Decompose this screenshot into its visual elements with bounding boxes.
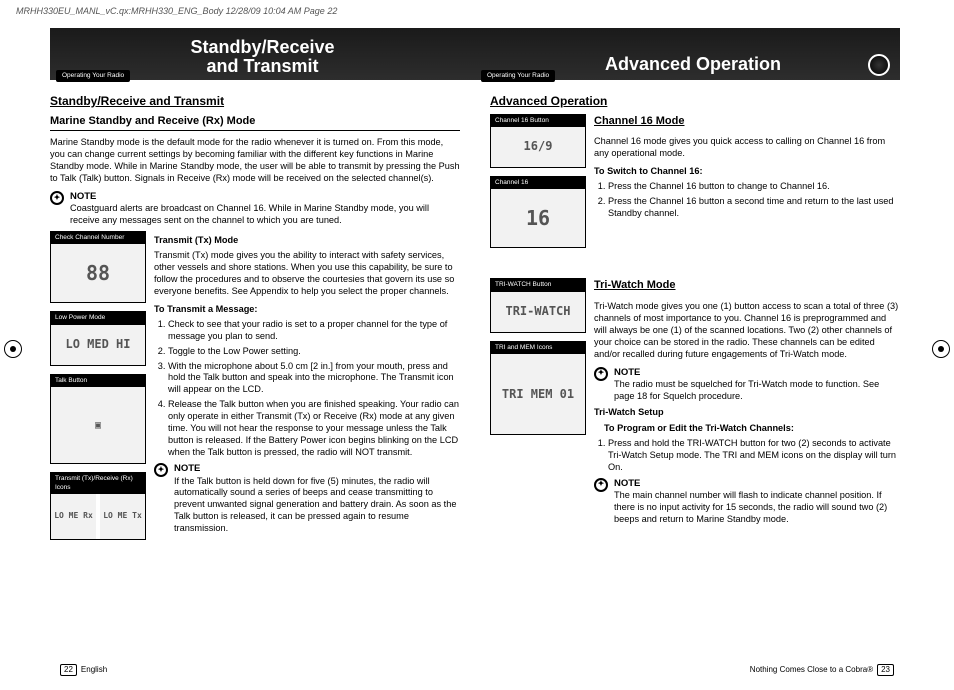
page-header: Operating Your Radio Standby/Receive and… (50, 28, 900, 80)
left-section-title: Standby/Receive and Transmit (50, 94, 460, 110)
section-tag-left: Operating Your Radio (56, 70, 130, 82)
note-triwatch-flash: ✦ NOTE The main channel number will flas… (594, 478, 900, 526)
tx-mode-title: Transmit (Tx) Mode (154, 235, 460, 247)
thumb-label: Transmit (Tx)/Receive (Rx) Icons (51, 473, 145, 494)
right-section-title: Advanced Operation (490, 94, 900, 110)
thumb-ch16-button: Channel 16 Button 16/9 (490, 114, 586, 168)
note-icon: ✦ (50, 191, 64, 205)
thumb-body-b: LO ME Tx (100, 494, 145, 539)
thumb-ch16-display: Channel 16 16 (490, 176, 586, 248)
list-item: Press the Channel 16 button to change to… (608, 181, 900, 193)
note-body-text: The radio must be squelched for Tri-Watc… (614, 379, 879, 401)
print-header: MRHH330EU_MANL_vC.qx:MRHH330_ENG_Body 12… (16, 6, 337, 18)
thumb-body: TRI MEM 01 (491, 354, 585, 434)
thumb-body: 16/9 (491, 127, 585, 167)
note-body-text: If the Talk button is held down for five… (174, 476, 456, 534)
thumb-label: TRI-WATCH Button (491, 279, 585, 291)
note-body-text: The main channel number will flash to in… (614, 490, 887, 524)
list-item: With the microphone about 5.0 cm [2 in.]… (168, 361, 460, 397)
note-icon: ✦ (594, 367, 608, 381)
thumb-low-power: Low Power Mode LO MED HI (50, 311, 146, 365)
thumb-tx-rx-icons: Transmit (Tx)/Receive (Rx) Icons LO ME R… (50, 472, 146, 540)
header-icon (868, 54, 890, 76)
ch16-title: Channel 16 Mode (594, 114, 900, 130)
left-subsection-title: Marine Standby and Receive (Rx) Mode (50, 114, 460, 131)
list-item: Press the Channel 16 button a second tim… (608, 196, 900, 220)
triwatch-setup-head: Tri-Watch Setup (594, 407, 900, 419)
registration-mark-icon (4, 340, 22, 358)
footer-tagline: Nothing Comes Close to a Cobra® (750, 665, 873, 675)
section-tag-right: Operating Your Radio (481, 70, 555, 82)
footer-right: Nothing Comes Close to a Cobra® 23 (750, 664, 894, 676)
note-label: NOTE (70, 191, 96, 202)
thumb-check-channel: Check Channel Number 88 (50, 231, 146, 303)
list-item: Release the Talk button when you are fin… (168, 399, 460, 459)
tx-mode-paragraph: Transmit (Tx) mode gives you the ability… (154, 250, 460, 298)
note-icon: ✦ (594, 478, 608, 492)
ch16-paragraph: Channel 16 mode gives you quick access t… (594, 136, 900, 160)
note-label: NOTE (174, 463, 200, 474)
list-item: Check to see that your radio is set to a… (168, 319, 460, 343)
header-title-left: Standby/Receive and Transmit (190, 38, 334, 80)
triwatch-steps-title: To Program or Edit the Tri-Watch Channel… (604, 423, 900, 435)
note-triwatch-squelch: ✦ NOTE The radio must be squelched for T… (594, 367, 900, 403)
note-label: NOTE (614, 367, 640, 378)
note-coastguard: ✦ NOTE Coastguard alerts are broadcast o… (50, 191, 460, 227)
thumb-body-a: LO ME Rx (51, 494, 96, 539)
thumb-label: Channel 16 (491, 177, 585, 189)
note-label: NOTE (614, 478, 640, 489)
thumb-label: Talk Button (51, 375, 145, 387)
list-item: Press and hold the TRI-WATCH button for … (608, 438, 900, 474)
thumb-tri-mem-icons: TRI and MEM Icons TRI MEM 01 (490, 341, 586, 435)
note-body-text: Coastguard alerts are broadcast on Chann… (70, 203, 429, 225)
thumb-body: LO MED HI (51, 325, 145, 365)
page-number-right: 23 (877, 664, 894, 676)
tx-steps-title: To Transmit a Message: (154, 304, 460, 316)
right-page: Advanced Operation Channel 16 Button 16/… (490, 94, 900, 540)
thumb-triwatch-button: TRI-WATCH Button TRI-WATCH (490, 278, 586, 332)
note-talk-timeout: ✦ NOTE If the Talk button is held down f… (154, 463, 460, 535)
header-title-right: Advanced Operation (605, 53, 781, 80)
left-page: Standby/Receive and Transmit Marine Stan… (50, 94, 460, 540)
thumb-body: ▣ (51, 387, 145, 463)
footer-left: 22 English (60, 664, 107, 676)
thumb-body: 16 (491, 189, 585, 247)
note-icon: ✦ (154, 463, 168, 477)
thumb-body: 88 (51, 244, 145, 302)
page-number-left: 22 (60, 664, 77, 676)
triwatch-title: Tri-Watch Mode (594, 278, 900, 294)
footer-language: English (81, 665, 107, 675)
thumb-label: Channel 16 Button (491, 115, 585, 127)
thumb-talk-button: Talk Button ▣ (50, 374, 146, 464)
thumb-body: TRI-WATCH (491, 292, 585, 332)
ch16-steps: Press the Channel 16 button to change to… (594, 181, 900, 220)
ch16-steps-title: To Switch to Channel 16: (594, 166, 900, 178)
tx-steps: Check to see that your radio is set to a… (154, 319, 460, 459)
registration-mark-icon (932, 340, 950, 358)
marine-standby-paragraph: Marine Standby mode is the default mode … (50, 137, 460, 185)
triwatch-steps: Press and hold the TRI-WATCH button for … (594, 438, 900, 474)
triwatch-paragraph: Tri-Watch mode gives you one (1) button … (594, 301, 900, 361)
thumb-label: TRI and MEM Icons (491, 342, 585, 354)
list-item: Toggle to the Low Power setting. (168, 346, 460, 358)
thumb-label: Low Power Mode (51, 312, 145, 324)
thumb-label: Check Channel Number (51, 232, 145, 244)
